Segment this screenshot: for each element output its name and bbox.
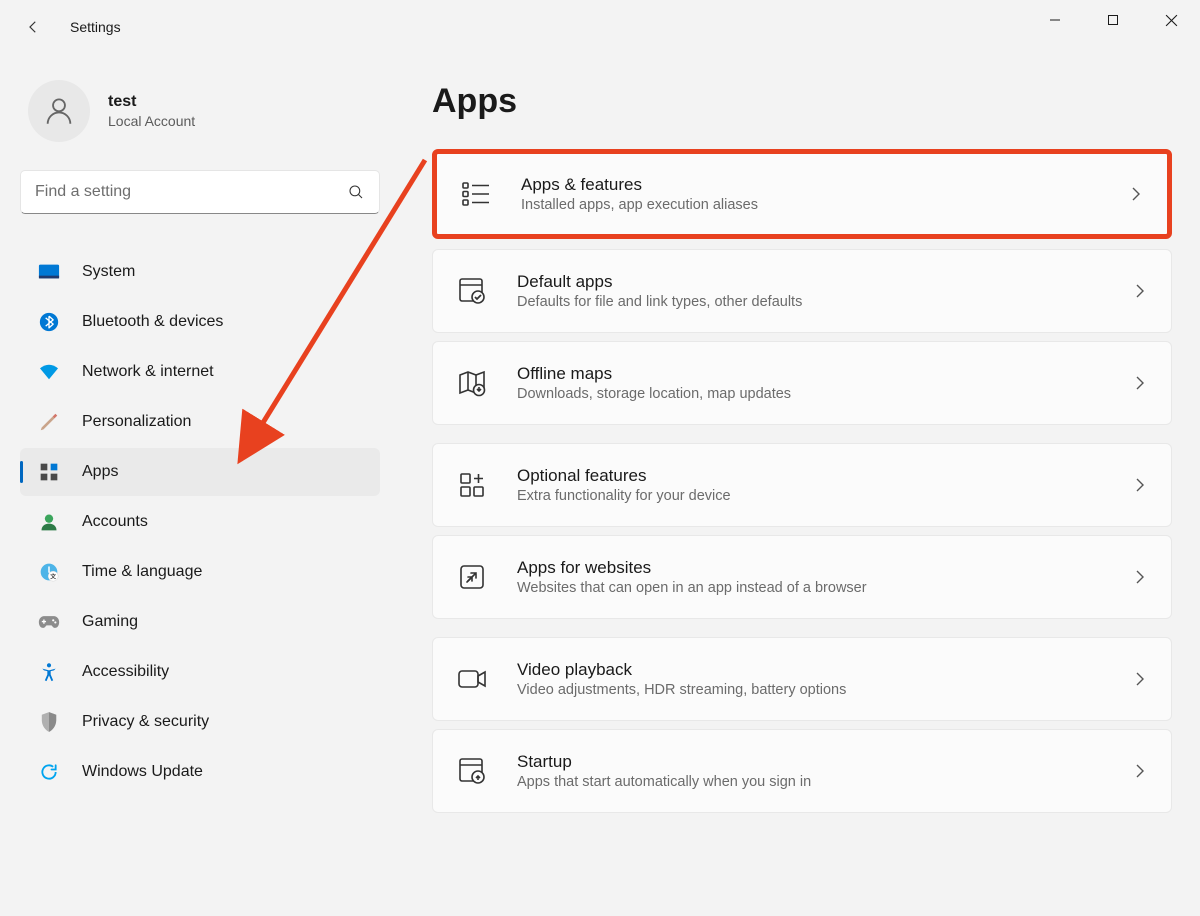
card-default-apps[interactable]: Default apps Defaults for file and link … <box>432 249 1172 333</box>
sidebar-item-accounts[interactable]: Accounts <box>20 498 380 546</box>
user-name: test <box>108 93 195 111</box>
close-button[interactable] <box>1142 0 1200 40</box>
sidebar-item-label: Accessibility <box>82 663 169 681</box>
apps-icon <box>38 461 60 483</box>
card-subtitle: Defaults for file and link types, other … <box>517 294 1131 310</box>
minimize-button[interactable] <box>1026 0 1084 40</box>
gaming-icon <box>38 611 60 633</box>
startup-icon <box>455 754 489 788</box>
minimize-icon <box>1049 14 1061 26</box>
search-icon <box>347 183 365 201</box>
card-title: Apps & features <box>521 175 1127 195</box>
card-title: Optional features <box>517 466 1131 486</box>
clock-icon: 文 <box>38 561 60 583</box>
sidebar-item-privacy[interactable]: Privacy & security <box>20 698 380 746</box>
sidebar-item-label: Apps <box>82 463 118 481</box>
chevron-right-icon <box>1131 670 1149 688</box>
search-box[interactable] <box>20 170 380 214</box>
chevron-right-icon <box>1131 568 1149 586</box>
card-apps-for-websites[interactable]: Apps for websites Websites that can open… <box>432 535 1172 619</box>
default-apps-icon <box>455 274 489 308</box>
card-title: Apps for websites <box>517 558 1131 578</box>
sidebar-nav: System Bluetooth & devices Network & int… <box>20 248 380 796</box>
card-title: Offline maps <box>517 364 1131 384</box>
window-title: Settings <box>70 19 121 35</box>
card-subtitle: Apps that start automatically when you s… <box>517 774 1131 790</box>
sidebar-item-network[interactable]: Network & internet <box>20 348 380 396</box>
accounts-icon <box>38 511 60 533</box>
window-controls <box>1026 0 1200 40</box>
sidebar-item-apps[interactable]: Apps <box>20 448 380 496</box>
arrow-left-icon <box>24 18 42 36</box>
accessibility-icon <box>38 661 60 683</box>
card-video-playback[interactable]: Video playback Video adjustments, HDR st… <box>432 637 1172 721</box>
card-offline-maps[interactable]: Offline maps Downloads, storage location… <box>432 341 1172 425</box>
sidebar-item-label: Privacy & security <box>82 713 209 731</box>
sidebar-item-system[interactable]: System <box>20 248 380 296</box>
chevron-right-icon <box>1131 476 1149 494</box>
back-button[interactable] <box>12 6 54 48</box>
sidebar-item-accessibility[interactable]: Accessibility <box>20 648 380 696</box>
sidebar-item-label: Bluetooth & devices <box>82 313 223 331</box>
card-subtitle: Video adjustments, HDR streaming, batter… <box>517 682 1131 698</box>
chevron-right-icon <box>1131 374 1149 392</box>
close-icon <box>1165 14 1178 27</box>
update-icon <box>38 761 60 783</box>
apps-websites-icon <box>455 560 489 594</box>
sidebar: test Local Account System Bluetooth & de… <box>0 54 400 916</box>
user-subtitle: Local Account <box>108 113 195 129</box>
content-area: Apps Apps & features Installed apps, app… <box>400 54 1200 916</box>
paintbrush-icon <box>38 411 60 433</box>
sidebar-item-label: Network & internet <box>82 363 214 381</box>
sidebar-item-windows-update[interactable]: Windows Update <box>20 748 380 796</box>
sidebar-item-time-language[interactable]: 文 Time & language <box>20 548 380 596</box>
sidebar-item-bluetooth[interactable]: Bluetooth & devices <box>20 298 380 346</box>
sidebar-item-label: Accounts <box>82 513 148 531</box>
sidebar-item-label: Gaming <box>82 613 138 631</box>
wifi-icon <box>38 361 60 383</box>
card-optional-features[interactable]: Optional features Extra functionality fo… <box>432 443 1172 527</box>
apps-features-icon <box>459 177 493 211</box>
titlebar: Settings <box>0 0 1200 54</box>
sidebar-item-label: Time & language <box>82 563 202 581</box>
card-title: Default apps <box>517 272 1131 292</box>
page-title: Apps <box>432 82 1172 121</box>
shield-icon <box>38 711 60 733</box>
video-playback-icon <box>455 662 489 696</box>
card-subtitle: Websites that can open in an app instead… <box>517 580 1131 596</box>
maximize-icon <box>1107 14 1119 26</box>
system-icon <box>38 261 60 283</box>
bluetooth-icon <box>38 311 60 333</box>
sidebar-item-label: Windows Update <box>82 763 203 781</box>
card-subtitle: Installed apps, app execution aliases <box>521 197 1127 213</box>
sidebar-item-label: System <box>82 263 135 281</box>
card-subtitle: Extra functionality for your device <box>517 488 1131 504</box>
card-title: Video playback <box>517 660 1131 680</box>
offline-maps-icon <box>455 366 489 400</box>
maximize-button[interactable] <box>1084 0 1142 40</box>
user-block[interactable]: test Local Account <box>20 80 380 142</box>
chevron-right-icon <box>1131 282 1149 300</box>
card-title: Startup <box>517 752 1131 772</box>
card-apps-features[interactable]: Apps & features Installed apps, app exec… <box>432 149 1172 239</box>
chevron-right-icon <box>1127 185 1145 203</box>
optional-features-icon <box>455 468 489 502</box>
sidebar-item-label: Personalization <box>82 413 191 431</box>
chevron-right-icon <box>1131 762 1149 780</box>
search-input[interactable] <box>35 183 347 201</box>
avatar <box>28 80 90 142</box>
card-subtitle: Downloads, storage location, map updates <box>517 386 1131 402</box>
svg-text:文: 文 <box>50 572 56 580</box>
user-icon <box>42 94 76 128</box>
card-startup[interactable]: Startup Apps that start automatically wh… <box>432 729 1172 813</box>
sidebar-item-personalization[interactable]: Personalization <box>20 398 380 446</box>
sidebar-item-gaming[interactable]: Gaming <box>20 598 380 646</box>
